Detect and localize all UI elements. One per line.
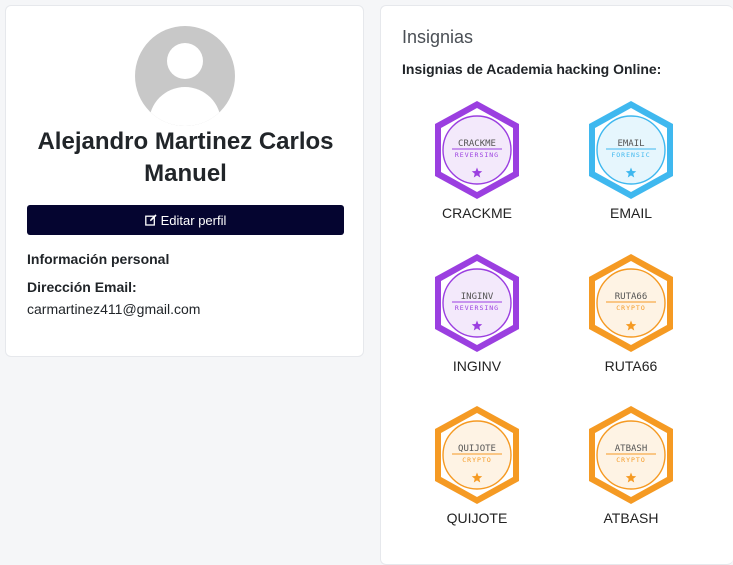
profile-card: Alejandro Martinez Carlos Manuel Editar … — [5, 5, 364, 357]
profile-name: Alejandro Martinez Carlos Manuel — [37, 128, 334, 187]
badge-quijote[interactable]: QUIJOTE CRYPTO QUIJOTE — [417, 404, 537, 534]
badge-ruta66[interactable]: RUTA66 CRYPTO RUTA66 — [571, 252, 691, 382]
badge-logo-text: CRACKME — [458, 139, 496, 149]
badge-category-text: CRYPTO — [462, 456, 491, 464]
badge-hexagon-icon: QUIJOTE CRYPTO — [435, 406, 519, 504]
badge-hexagon-icon: INGINV REVERSING — [435, 254, 519, 352]
badge-crackme[interactable]: CRACKME REVERSING CRACKME — [417, 99, 537, 229]
badge-label: ATBASH — [603, 510, 659, 526]
edit-icon — [144, 214, 157, 226]
badge-hexagon-icon: CRACKME REVERSING — [435, 101, 519, 199]
email-value: carmartinez411@gmail.com — [27, 301, 201, 317]
edit-profile-button[interactable]: Editar perfil — [27, 205, 344, 235]
badge-category-text: FORENSIC — [611, 151, 650, 159]
badge-category-text: REVERSING — [455, 304, 499, 312]
badge-atbash[interactable]: ATBASH CRYPTO ATBASH — [571, 404, 691, 534]
email-label: Dirección Email: — [27, 279, 137, 295]
badge-logo-text: EMAIL — [617, 139, 644, 149]
badge-hexagon-icon: RUTA66 CRYPTO — [589, 254, 673, 352]
badge-hexagon-icon: EMAIL FORENSIC — [589, 101, 673, 199]
badges-title: Insignias — [402, 27, 474, 47]
avatar-shoulders — [149, 87, 221, 126]
badge-logo-text: QUIJOTE — [458, 444, 496, 454]
badge-category-text: CRYPTO — [616, 304, 645, 312]
badge-logo-text: INGINV — [461, 292, 494, 302]
badge-category-text: REVERSING — [455, 151, 499, 159]
badge-category-text: CRYPTO — [616, 456, 645, 464]
badge-label: RUTA66 — [604, 358, 658, 374]
avatar — [135, 26, 235, 126]
badges-subtitle: Insignias de Academia hacking Online: — [402, 61, 662, 77]
badge-email[interactable]: EMAIL FORENSIC EMAIL — [571, 99, 691, 229]
personal-info-title: Información personal — [27, 251, 170, 267]
badge-hexagon-icon: ATBASH CRYPTO — [589, 406, 673, 504]
badge-inginv[interactable]: INGINV REVERSING INGINV — [417, 252, 537, 382]
badge-logo-text: ATBASH — [615, 444, 648, 454]
badge-label: EMAIL — [609, 205, 652, 221]
avatar-head — [167, 43, 203, 79]
badge-label: INGINV — [452, 358, 502, 374]
badge-logo-text: RUTA66 — [615, 292, 648, 302]
edit-profile-label: Editar perfil — [160, 212, 227, 228]
badges-card: Insignias Insignias de Academia hacking … — [380, 5, 733, 565]
badge-label: CRACKME — [441, 205, 512, 221]
badge-label: QUIJOTE — [446, 510, 508, 526]
